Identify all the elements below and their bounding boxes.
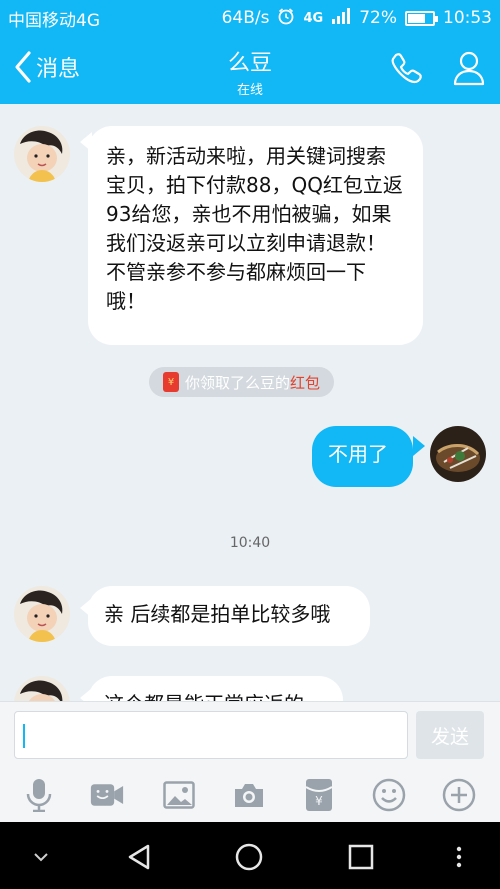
red-envelope-icon: ¥ xyxy=(163,372,179,392)
nav-home-button[interactable] xyxy=(232,840,266,874)
clock: 10:53 xyxy=(443,8,492,28)
circle-home-icon xyxy=(235,843,263,871)
my-avatar[interactable] xyxy=(430,426,486,482)
network-type: 4G xyxy=(303,10,324,26)
carrier: 中国移动4G xyxy=(8,10,100,31)
more-vertical-icon xyxy=(456,846,462,868)
message-bubble-outgoing[interactable]: 不用了 xyxy=(312,426,413,487)
input-toolbar: ¥ xyxy=(0,766,500,822)
chevron-down-icon xyxy=(34,853,48,862)
notice-text: 你领取了么豆的 xyxy=(185,373,291,392)
plus-icon[interactable] xyxy=(442,778,476,812)
system-nav-bar xyxy=(0,822,500,889)
battery-percent: 72% xyxy=(359,8,397,28)
red-envelope-link[interactable]: 红包 xyxy=(290,372,320,393)
microphone-icon[interactable] xyxy=(22,778,56,812)
red-envelope-icon[interactable]: ¥ xyxy=(302,778,336,812)
status-bar: 中国移动4G 64B/s 4G 72% 10:53 xyxy=(0,0,500,36)
contact-avatar[interactable] xyxy=(14,126,70,182)
message-bubble-incoming[interactable]: 亲 后续都是拍单比较多哦 xyxy=(88,586,370,646)
emoji-icon[interactable] xyxy=(372,778,406,812)
hide-keyboard-button[interactable] xyxy=(24,840,58,874)
triangle-back-icon xyxy=(128,844,150,870)
message-bubble-incoming[interactable]: 这个都是能正常应返的 xyxy=(88,676,343,701)
phone-call-button[interactable] xyxy=(388,50,424,90)
profile-button[interactable] xyxy=(452,50,486,90)
contact-avatar[interactable] xyxy=(14,586,70,642)
message-input[interactable] xyxy=(14,711,408,759)
video-icon[interactable] xyxy=(90,778,124,812)
battery-fill xyxy=(408,13,425,23)
text-caret xyxy=(23,724,25,748)
contact-status: 在线 xyxy=(236,83,263,98)
nav-recents-button[interactable] xyxy=(344,840,378,874)
battery-icon xyxy=(405,10,438,26)
message-bubble-incoming[interactable]: 亲，新活动来啦，用关键词搜索宝贝，拍下付款88，QQ红包立返93给您，亲也不用怕… xyxy=(88,126,423,345)
signal-icon xyxy=(331,7,351,29)
svg-text:¥: ¥ xyxy=(315,794,323,808)
title-block: 么豆 在线 xyxy=(0,45,500,98)
send-button[interactable]: 发送 xyxy=(416,711,484,759)
network-speed: 64B/s xyxy=(221,8,270,28)
nav-back-button[interactable] xyxy=(122,840,156,874)
red-envelope-notice[interactable]: ¥ 你领取了么豆的 红包 xyxy=(149,367,335,397)
bubble-tail xyxy=(413,436,425,456)
time-divider: 10:40 xyxy=(229,535,271,551)
chat-history[interactable]: 亲，新活动来啦，用关键词搜索宝贝，拍下付款88，QQ红包立返93给您，亲也不用怕… xyxy=(0,104,500,701)
contact-name: 么豆 xyxy=(227,51,272,76)
chat-header: 消息 么豆 在线 xyxy=(0,36,500,104)
status-right: 64B/s 4G 72% 10:53 xyxy=(222,7,492,30)
alarm-icon xyxy=(277,7,295,30)
square-recents-icon xyxy=(348,844,374,870)
contact-avatar[interactable] xyxy=(14,676,70,701)
image-icon[interactable] xyxy=(162,778,196,812)
camera-icon[interactable] xyxy=(232,778,266,812)
person-icon xyxy=(453,51,485,86)
nav-menu-button[interactable] xyxy=(442,840,476,874)
phone-icon xyxy=(391,53,422,84)
composer: 发送 xyxy=(0,701,500,766)
